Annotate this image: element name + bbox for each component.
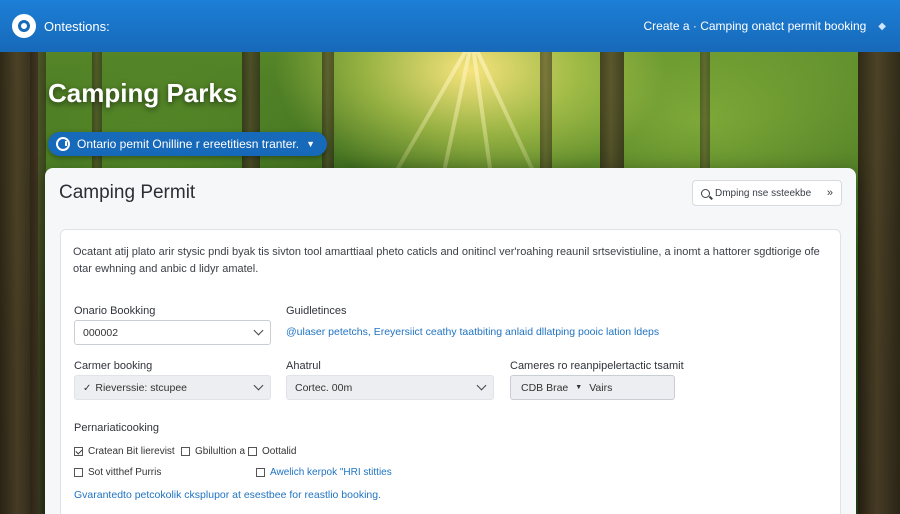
tree-trunk — [858, 40, 900, 514]
option-label: Oottalid — [262, 446, 297, 457]
option-label: Gbilultion a — [195, 446, 246, 457]
region-selector-pill[interactable]: Ontario pemit Onilline r ereetitiesn tra… — [48, 132, 328, 156]
cameres-label: Cameres ro reanpipelertactic tsamit — [510, 360, 684, 372]
booking-label: Onario Bookking — [74, 305, 156, 317]
double-chevron-right-icon: » — [826, 187, 833, 199]
cameres-extra-value: Vairs — [589, 381, 613, 394]
create-booking-label: Create a · Camping onatct permit booking — [643, 19, 867, 33]
option-label: Awelich kerpok "HRI stitties — [270, 467, 392, 478]
chevron-down-icon — [476, 380, 487, 391]
chevron-down-icon — [253, 325, 264, 336]
booking-form-panel: Ocatant atij plato arir stysic pndi byak… — [60, 229, 841, 514]
guidelines-link[interactable]: @ulaser petetchs, Ereyersiict ceathy taa… — [286, 326, 659, 338]
search-text: Dmping nse ssteekbe — [715, 187, 812, 199]
checkbox-icon[interactable] — [181, 447, 190, 456]
option-label: Sot vitthef Purris — [88, 467, 162, 478]
option-checkbox[interactable]: Cratean Bit lierevist — [74, 446, 175, 457]
caret-down-icon: ▼ — [306, 139, 316, 149]
booking-select-value: 000002 — [83, 326, 119, 339]
hero-title: Camping Parks — [48, 78, 238, 108]
option-checkbox[interactable]: Sot vitthef Purris — [74, 467, 161, 478]
footer-link[interactable]: Gvarantedto petcokolik cksplupor at eses… — [74, 489, 381, 501]
guidelines-label: Guidletinces — [286, 305, 347, 317]
region-selector-label: Ontario pemit Onilline r ereetitiesn tra… — [77, 137, 300, 151]
top-navigation-bar: Ontestions: Create a · Camping onatct pe… — [0, 0, 900, 52]
option-label: Cratean Bit lierevist — [88, 446, 175, 457]
description-text: Ocatant atij plato arir stysic pndi byak… — [73, 246, 820, 275]
checkbox-checked-icon[interactable] — [74, 447, 83, 456]
checkbox-icon[interactable] — [248, 447, 257, 456]
diamond-icon: ◆ — [878, 20, 886, 32]
permit-card: Camping Permit Dmping nse ssteekbe » Oca… — [45, 168, 856, 514]
cameres-select-value: CDB Brae — [521, 381, 569, 394]
camper-booking-value: ✓ Rieverssie: stcupee — [83, 382, 187, 394]
chevron-down-icon — [253, 380, 264, 391]
options-label: Pernariaticooking — [74, 422, 159, 434]
brand[interactable]: Ontestions: — [12, 14, 110, 38]
ahatrul-value: Cortec. 00m — [295, 381, 353, 394]
option-checkbox[interactable]: Awelich kerpok "HRI stitties — [256, 467, 392, 478]
caret-down-icon: ▼ — [575, 384, 583, 391]
option-checkbox[interactable]: Gbilultion a — [181, 446, 245, 457]
search-icon — [701, 188, 710, 198]
ahatrul-select[interactable]: Cortec. 00m — [286, 375, 494, 400]
camper-booking-select[interactable]: ✓ Rieverssie: stcupee — [74, 375, 271, 400]
info-icon — [56, 137, 70, 151]
camper-booking-text: Rieverssie: stcupee — [95, 381, 188, 394]
cameres-select[interactable]: CDB Brae ▼ Vairs — [510, 375, 675, 400]
tree-trunk — [30, 40, 46, 514]
brand-name: Ontestions: — [44, 18, 110, 34]
page-title: Camping Permit — [59, 182, 196, 203]
booking-select[interactable]: 000002 — [74, 320, 271, 345]
option-checkbox[interactable]: Oottalid — [248, 446, 296, 457]
brand-logo-icon — [12, 14, 36, 38]
create-booking-link[interactable]: Create a · Camping onatct permit booking… — [644, 19, 886, 33]
checkmark-icon: ✓ — [83, 382, 92, 394]
search-field[interactable]: Dmping nse ssteekbe » — [692, 180, 842, 206]
checkbox-icon[interactable] — [256, 468, 265, 477]
ahatrul-label: Ahatrul — [286, 360, 321, 372]
checkbox-icon[interactable] — [74, 468, 83, 477]
camper-booking-label: Carmer booking — [74, 360, 153, 372]
